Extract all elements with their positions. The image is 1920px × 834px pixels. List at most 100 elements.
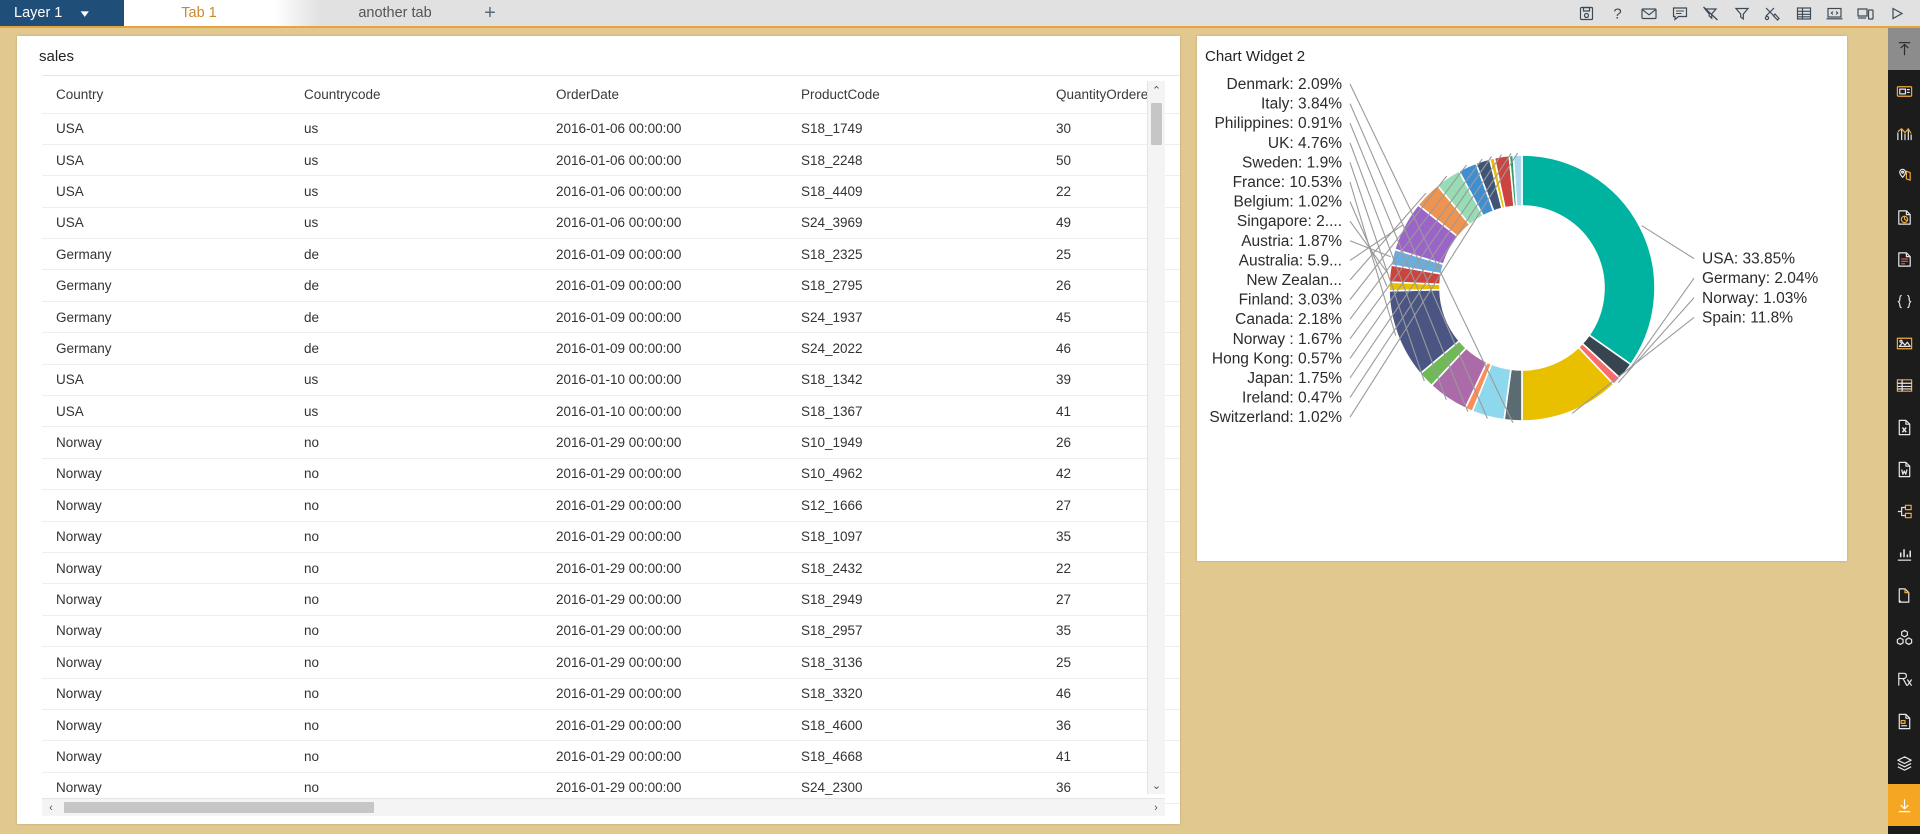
sales-table: Country Countrycode OrderDate ProductCode Qu… (42, 76, 1180, 805)
table-cell: S18_2432 (787, 552, 1042, 585)
cube-blocks-icon[interactable] (1888, 616, 1920, 658)
download-icon[interactable] (1888, 784, 1920, 826)
table-row[interactable]: Norway no 2016-01-29 00:00:00 S18_2957 35 (42, 615, 1180, 648)
table-horizontal-scrollbar[interactable]: ‹ › (42, 798, 1165, 816)
svg-text:?: ? (1613, 5, 1621, 22)
table-row[interactable]: USA us 2016-01-06 00:00:00 S18_4409 22 (42, 175, 1180, 208)
table-row[interactable]: Norway no 2016-01-29 00:00:00 S18_1097 35 (42, 521, 1180, 553)
table-cell: S24_1937 (787, 301, 1042, 334)
bar-chart-icon[interactable] (1888, 112, 1920, 154)
tab-another-tab[interactable]: another tab (320, 0, 470, 26)
scroll-down-arrow-icon[interactable]: ⌄ (1148, 776, 1165, 794)
table-column-header[interactable]: Countrycode (290, 76, 542, 114)
table-row[interactable]: USA us 2016-01-10 00:00:00 S18_1367 41 (42, 395, 1180, 428)
file-copy-icon[interactable] (1888, 574, 1920, 616)
layer-label: Layer 1 (14, 5, 63, 21)
table-row[interactable]: Norway no 2016-01-29 00:00:00 S18_3320 46 (42, 678, 1180, 710)
code-laptop-icon[interactable] (1819, 0, 1850, 26)
table-grid-icon[interactable] (1788, 0, 1819, 26)
mail-envelope-icon[interactable] (1633, 0, 1664, 26)
slice-label: UK: 4.76% (1268, 135, 1342, 152)
table-widget-icon[interactable] (1888, 364, 1920, 406)
table-row[interactable]: Germany de 2016-01-09 00:00:00 S18_2795 26 (42, 269, 1180, 302)
table-cell: S18_2949 (787, 583, 1042, 616)
scroll-up-arrow-icon[interactable]: ⌃ (1148, 81, 1165, 99)
excel-file-icon[interactable] (1888, 406, 1920, 448)
tools-wrench-icon[interactable] (1757, 0, 1788, 26)
donut-chart[interactable]: USA: 33.85% Germany: 2.04% Norway: 1.03% Sp… (1197, 66, 1847, 556)
table-cell: Norway (42, 740, 290, 773)
table-row[interactable]: Norway no 2016-01-29 00:00:00 S12_1666 27 (42, 489, 1180, 522)
table-cell: no (290, 458, 542, 491)
layers-icon[interactable] (1888, 742, 1920, 784)
table-row[interactable]: Norway no 2016-01-29 00:00:00 S18_4668 41 (42, 740, 1180, 773)
sparkline-icon[interactable] (1888, 532, 1920, 574)
filter-funnel-icon[interactable] (1726, 0, 1757, 26)
map-pin-icon[interactable] (1888, 154, 1920, 196)
slice-label: Germany: 2.04% (1702, 270, 1819, 287)
table-row[interactable]: Germany de 2016-01-09 00:00:00 S18_2325 25 (42, 238, 1180, 271)
table-cell: USA (42, 144, 290, 177)
layer-selector[interactable]: Layer 1 ▾ (0, 0, 124, 26)
table-column-header[interactable]: OrderDate (542, 76, 787, 114)
donut-slice[interactable] (1521, 154, 1656, 366)
text-doc-icon[interactable] (1888, 238, 1920, 280)
pie-doc-icon[interactable] (1888, 196, 1920, 238)
responsive-devices-icon[interactable] (1850, 0, 1881, 26)
table-vertical-scrollbar[interactable]: ⌃ ⌄ (1147, 81, 1165, 794)
table-column-header[interactable]: Country (42, 76, 290, 114)
table-row[interactable]: USA us 2016-01-06 00:00:00 S18_1749 30 (42, 113, 1180, 145)
table-row[interactable]: Norway no 2016-01-29 00:00:00 S18_4600 36 (42, 709, 1180, 742)
save-disk-icon[interactable] (1571, 0, 1602, 26)
table-column-header[interactable]: ProductCode (787, 76, 1042, 114)
table-cell: 2016-01-09 00:00:00 (542, 238, 787, 271)
scroll-right-arrow-icon[interactable]: › (1147, 799, 1165, 817)
vertical-scroll-thumb[interactable] (1151, 103, 1162, 145)
dashboard-canvas: sales Country Countrycode OrderDate Product… (0, 28, 1888, 834)
word-file-icon[interactable] (1888, 448, 1920, 490)
image-widget-icon[interactable] (1888, 322, 1920, 364)
table-cell: 2016-01-09 00:00:00 (542, 269, 787, 302)
table-row[interactable]: Germany de 2016-01-09 00:00:00 S24_1937 45 (42, 301, 1180, 334)
table-row[interactable]: Norway no 2016-01-29 00:00:00 S18_3136 25 (42, 646, 1180, 679)
table-header-row: Country Countrycode OrderDate ProductCode Qu… (42, 76, 1180, 114)
table-cell: de (290, 238, 542, 271)
clear-filter-icon[interactable] (1695, 0, 1726, 26)
slice-label: Austria: 1.87% (1241, 233, 1342, 250)
table-row[interactable]: USA us 2016-01-10 00:00:00 S18_1342 39 (42, 364, 1180, 397)
table-cell: Germany (42, 301, 290, 334)
collapse-up-icon[interactable] (1888, 28, 1920, 70)
chevron-down-icon[interactable]: ▾ (81, 7, 89, 20)
slice-label: Switzerland: 1.02% (1209, 409, 1342, 426)
table-cell: 2016-01-29 00:00:00 (542, 458, 787, 491)
r-script-icon[interactable] (1888, 658, 1920, 700)
help-question-icon[interactable]: ? (1602, 0, 1633, 26)
page-settings-icon[interactable] (1888, 700, 1920, 742)
braces-code-icon[interactable] (1888, 280, 1920, 322)
table-row[interactable]: USA us 2016-01-06 00:00:00 S24_3969 49 (42, 207, 1180, 240)
table-row[interactable]: USA us 2016-01-06 00:00:00 S18_2248 50 (42, 144, 1180, 177)
table-row[interactable]: Norway no 2016-01-29 00:00:00 S10_4962 42 (42, 458, 1180, 491)
table-scroll-area[interactable]: Country Countrycode OrderDate ProductCode Qu… (42, 75, 1180, 824)
scroll-left-arrow-icon[interactable]: ‹ (42, 799, 60, 817)
slice-label: Australia: 5.9... (1239, 252, 1342, 269)
run-play-icon[interactable] (1881, 0, 1912, 26)
widget-sidebar (1888, 28, 1920, 834)
table-row[interactable]: Norway no 2016-01-29 00:00:00 S18_2432 22 (42, 552, 1180, 585)
add-tab-button[interactable]: + (470, 0, 510, 26)
table-cell: USA (42, 364, 290, 397)
horizontal-scroll-thumb[interactable] (64, 802, 374, 813)
table-cell: S18_1367 (787, 395, 1042, 428)
table-cell: S18_2248 (787, 144, 1042, 177)
table-cell: S18_4668 (787, 740, 1042, 773)
slice-label: Denmark: 2.09% (1227, 76, 1343, 93)
table-row[interactable]: Norway no 2016-01-29 00:00:00 S18_2949 27 (42, 583, 1180, 616)
card-widget-icon[interactable] (1888, 70, 1920, 112)
table-cell: Norway (42, 521, 290, 553)
table-row[interactable]: Germany de 2016-01-09 00:00:00 S24_2022 46 (42, 332, 1180, 365)
tab-tab-1[interactable]: Tab 1 (124, 0, 274, 26)
table-row[interactable]: Norway no 2016-01-29 00:00:00 S10_1949 26 (42, 426, 1180, 459)
table-cell: us (290, 144, 542, 177)
tree-hierarchy-icon[interactable] (1888, 490, 1920, 532)
comment-bubble-icon[interactable] (1664, 0, 1695, 26)
